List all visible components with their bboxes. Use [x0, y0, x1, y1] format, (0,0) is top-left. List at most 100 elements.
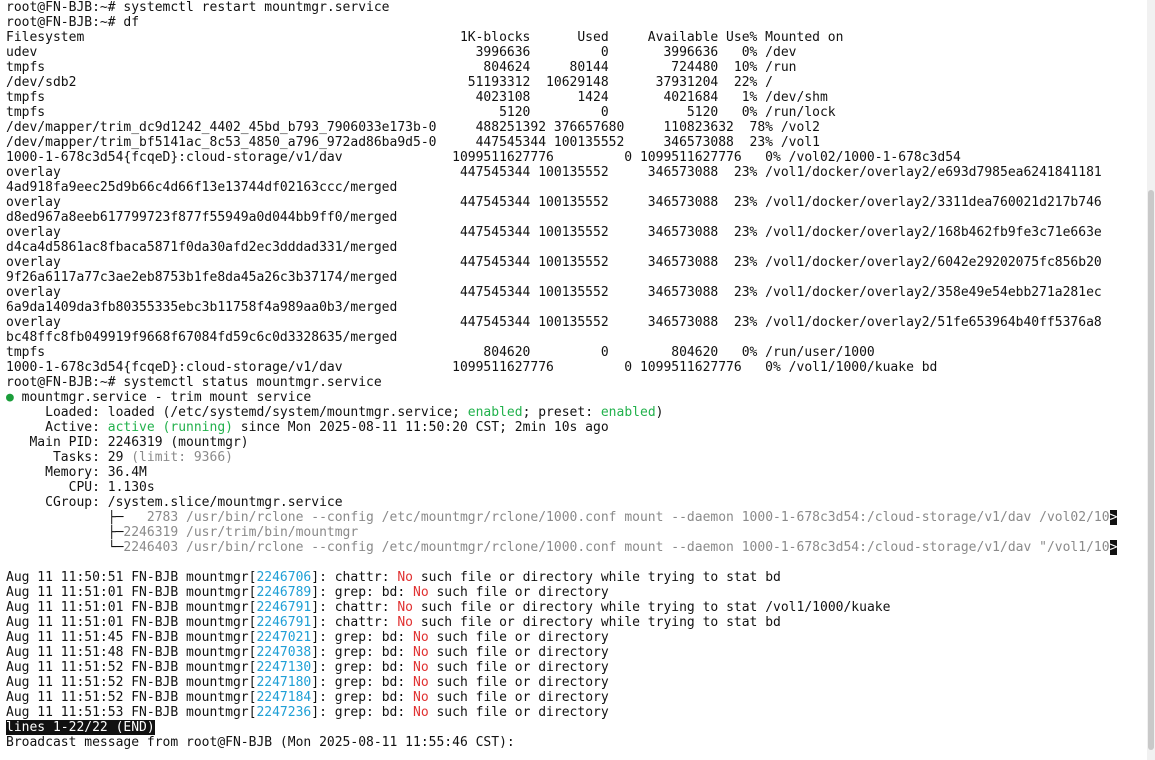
journal-log-line: Aug 11 11:51:45 FN-BJB mountmgr[2247021]… — [6, 630, 1146, 645]
process-pid-cmd: 2246319 /usr/trim/bin/mountmgr — [123, 525, 359, 540]
log-rest: such file or directory while trying to s… — [413, 600, 891, 615]
df-row: /dev/sdb2 51193312 10629148 37931204 22%… — [6, 75, 774, 90]
log-prefix: Aug 11 11:51:01 FN-BJB mountmgr[ — [6, 600, 257, 615]
log-error-word: No — [413, 585, 429, 600]
log-prefix: Aug 11 11:51:52 FN-BJB mountmgr[ — [6, 660, 257, 675]
df-row: /dev/mapper/trim_dc9d1242_4402_45bd_b793… — [6, 120, 820, 135]
df-row: overlay 447545344 100135552 346573088 23… — [6, 165, 1102, 180]
status-memory: Memory: 36.4M — [6, 465, 147, 480]
df-row: tmpfs 804624 80144 724480 10% /run — [6, 60, 797, 75]
log-rest: such file or directory — [428, 630, 609, 645]
df-row-wrap: d4ca4d5861ac8fbaca5871f0da30afd2ec3dddad… — [6, 240, 398, 255]
df-row-wrap: bc48ffc8fb049919f9668f67084fd59c6c0d3328… — [6, 330, 398, 345]
status-title: ● mountmgr.service - trim mount service — [6, 390, 1146, 405]
log-error-word: No — [397, 615, 413, 630]
journal-log-line: Aug 11 11:51:01 FN-BJB mountmgr[2246791]… — [6, 600, 1146, 615]
scrollbar-thumb[interactable] — [1148, 190, 1154, 750]
terminal-output[interactable]: root@FN-BJB:~# systemctl restart mountmg… — [6, 0, 1146, 750]
vertical-scrollbar[interactable] — [1147, 0, 1155, 760]
status-tasks: Tasks: 29 (limit: 9366) — [6, 450, 1146, 465]
log-pid: 2246789 — [256, 585, 312, 600]
status-main-pid: Main PID: 2246319 (mountmgr) — [6, 435, 249, 450]
cgroup-process: ├─ 2783 /usr/bin/rclone --config /etc/mo… — [6, 510, 1146, 525]
active-state: active (running) — [107, 420, 233, 435]
log-prefix: Aug 11 11:51:01 FN-BJB mountmgr[ — [6, 585, 257, 600]
process-pid-cmd: 2246403 /usr/bin/rclone --config /etc/mo… — [123, 540, 1110, 555]
tree-end-icon: └─ — [6, 540, 124, 555]
truncation-marker: > — [1109, 540, 1118, 555]
log-error-word: No — [413, 690, 429, 705]
df-row: overlay 447545344 100135552 346573088 23… — [6, 225, 1102, 240]
df-row: overlay 447545344 100135552 346573088 23… — [6, 195, 1102, 210]
log-pid: 2247180 — [256, 675, 312, 690]
log-mid: ]: grep: bd: — [311, 660, 413, 675]
pager-status: lines 1-22/22 (END) — [6, 720, 155, 735]
log-pid: 2247236 — [256, 705, 312, 720]
df-row-wrap: d8ed967a8eeb617799723f877f55949a0d044bb9… — [6, 210, 398, 225]
df-row-wrap: 6a9da1409da3fb80355335ebc3b11758f4a989aa… — [6, 300, 398, 315]
journal-log-line: Aug 11 11:51:53 FN-BJB mountmgr[2247236]… — [6, 705, 1146, 720]
df-row: tmpfs 804620 0 804620 0% /run/user/1000 — [6, 345, 875, 360]
df-row: udev 3996636 0 3996636 0% /dev — [6, 45, 797, 60]
log-prefix: Aug 11 11:51:01 FN-BJB mountmgr[ — [6, 615, 257, 630]
log-rest: such file or directory — [428, 675, 609, 690]
journal-log-line: Aug 11 11:51:52 FN-BJB mountmgr[2247180]… — [6, 675, 1146, 690]
log-pid: 2247130 — [256, 660, 312, 675]
status-active: Active: active (running) since Mon 2025-… — [6, 420, 1146, 435]
journal-log-line: Aug 11 11:51:01 FN-BJB mountmgr[2246791]… — [6, 615, 1146, 630]
status-cgroup: CGroup: /system.slice/mountmgr.service — [6, 495, 343, 510]
journal-log-line: Aug 11 11:51:01 FN-BJB mountmgr[2246789]… — [6, 585, 1146, 600]
df-row: tmpfs 5120 0 5120 0% /run/lock — [6, 105, 836, 120]
truncation-marker: > — [1109, 510, 1118, 525]
log-mid: ]: grep: bd: — [311, 585, 413, 600]
prompt-line: root@FN-BJB:~# systemctl restart mountmg… — [6, 0, 390, 15]
df-row-wrap: 4ad918fa9eec25d9b66c4d66f13e13744df02163… — [6, 180, 398, 195]
log-rest: such file or directory — [428, 645, 609, 660]
process-pid-cmd: 2783 /usr/bin/rclone --config /etc/mount… — [123, 510, 1110, 525]
df-row: /dev/mapper/trim_bf5141ac_8c53_4850_a796… — [6, 135, 820, 150]
log-prefix: Aug 11 11:51:45 FN-BJB mountmgr[ — [6, 630, 257, 645]
log-pid: 2247038 — [256, 645, 312, 660]
log-mid: ]: grep: bd: — [311, 630, 413, 645]
df-row: 1000-1-678c3d54{fcqeD}:cloud-storage/v1/… — [6, 150, 961, 165]
service-name: mountmgr.service - trim mount service — [13, 390, 312, 405]
journal-log-line: Aug 11 11:50:51 FN-BJB mountmgr[2246706]… — [6, 570, 1146, 585]
pager-status-line: lines 1-22/22 (END) — [6, 720, 1146, 735]
loaded-label: Loaded: loaded (/etc/systemd/system/moun… — [6, 405, 468, 420]
log-prefix: Aug 11 11:50:51 FN-BJB mountmgr[ — [6, 570, 257, 585]
log-mid: ]: grep: bd: — [311, 675, 413, 690]
log-prefix: Aug 11 11:51:52 FN-BJB mountmgr[ — [6, 675, 257, 690]
cgroup-process: └─2246403 /usr/bin/rclone --config /etc/… — [6, 540, 1146, 555]
log-rest: such file or directory — [428, 705, 609, 720]
log-rest: such file or directory while trying to s… — [413, 615, 781, 630]
log-error-word: No — [413, 645, 429, 660]
log-mid: ]: chattr: — [311, 570, 398, 585]
log-pid: 2246706 — [256, 570, 312, 585]
log-error-word: No — [413, 675, 429, 690]
enabled-state: enabled — [467, 405, 523, 420]
cgroup-process: ├─2246319 /usr/trim/bin/mountmgr — [6, 525, 1146, 540]
log-mid: ]: grep: bd: — [311, 645, 413, 660]
preset-label: ; preset: — [522, 405, 601, 420]
df-row: overlay 447545344 100135552 346573088 23… — [6, 255, 1102, 270]
log-pid: 2246791 — [256, 600, 312, 615]
journal-log-line: Aug 11 11:51:52 FN-BJB mountmgr[2247130]… — [6, 660, 1146, 675]
tree-branch-icon: ├─ — [6, 510, 124, 525]
log-error-word: No — [397, 570, 413, 585]
df-row: overlay 447545344 100135552 346573088 23… — [6, 315, 1102, 330]
log-error-word: No — [413, 660, 429, 675]
df-row-wrap: 9f26a6117a77c3ae2eb8753b1fe8da45a26c3b37… — [6, 270, 398, 285]
log-prefix: Aug 11 11:51:53 FN-BJB mountmgr[ — [6, 705, 257, 720]
log-pid: 2247184 — [256, 690, 312, 705]
status-dot-icon: ● — [6, 390, 14, 405]
loaded-close: ) — [655, 405, 664, 420]
preset-state: enabled — [600, 405, 656, 420]
log-rest: such file or directory — [428, 660, 609, 675]
log-rest: such file or directory — [428, 690, 609, 705]
tree-branch-icon: ├─ — [6, 525, 124, 540]
log-pid: 2246791 — [256, 615, 312, 630]
log-prefix: Aug 11 11:51:52 FN-BJB mountmgr[ — [6, 690, 257, 705]
log-error-word: No — [397, 600, 413, 615]
status-loaded: Loaded: loaded (/etc/systemd/system/moun… — [6, 405, 1146, 420]
journal-log-line: Aug 11 11:51:52 FN-BJB mountmgr[2247184]… — [6, 690, 1146, 705]
